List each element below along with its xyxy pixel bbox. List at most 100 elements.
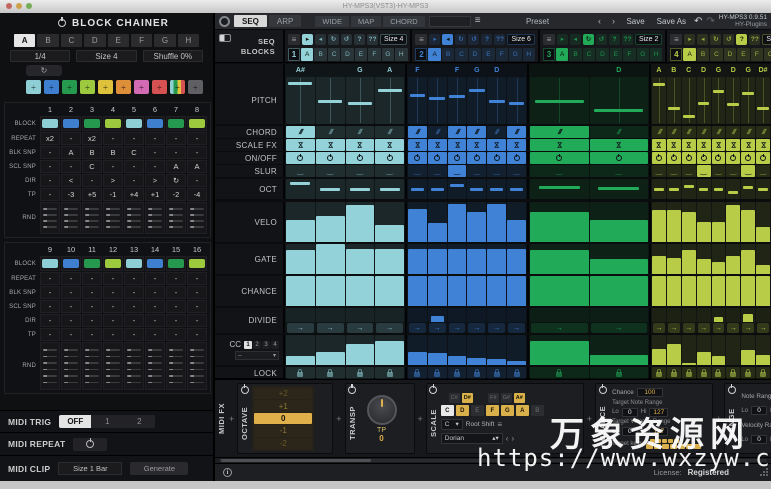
random-dice-button[interactable]: ÷ (44, 80, 59, 94)
grid-dir-cell[interactable]: - (124, 314, 144, 327)
oct-step-slider[interactable] (427, 179, 447, 199)
oct-step-slider[interactable] (345, 179, 375, 199)
step-onoff-button[interactable] (345, 152, 375, 164)
divide-arrow-button[interactable]: → (316, 323, 344, 333)
grid-dir-cell[interactable]: - (40, 314, 60, 327)
step-chord-button[interactable]: /// (315, 126, 345, 138)
midi-trig-off-button[interactable]: OFF (59, 415, 92, 428)
velo-bar-step[interactable] (467, 202, 487, 242)
gate-bar-step[interactable] (315, 244, 345, 274)
cc-bar-step[interactable] (589, 335, 648, 365)
grid-repeat-cell[interactable]: - (40, 272, 60, 285)
grid-blk_snp-cell[interactable]: - (124, 286, 144, 299)
pitch-step-slider[interactable] (589, 77, 648, 124)
chance-bar-step[interactable] (589, 276, 648, 306)
divide-step[interactable]: → (286, 308, 315, 333)
divide-step[interactable]: → (345, 308, 375, 333)
divide-arrow-button[interactable]: → (428, 323, 446, 333)
block-size-label[interactable]: Size 4 (380, 33, 408, 45)
chance-bar-step[interactable] (726, 276, 741, 306)
block-tab-c[interactable]: C (710, 48, 723, 61)
divide-step[interactable]: → (487, 308, 507, 333)
grid-repeat-cell[interactable]: - (61, 132, 81, 145)
velo-bar-step[interactable] (666, 202, 681, 242)
block-tab-g[interactable]: G (509, 48, 522, 61)
grid-scl_snp-cell[interactable]: - (61, 300, 81, 313)
velo-bar-step[interactable] (487, 202, 507, 242)
step-onoff-button[interactable] (696, 152, 711, 164)
step-lock-button[interactable] (652, 367, 666, 379)
divide-arrow-button[interactable]: → (409, 323, 426, 333)
step-chord-button[interactable]: /// (741, 126, 756, 138)
pitch-step-slider[interactable] (666, 77, 681, 124)
grid-blk_snp-cell[interactable]: - (187, 286, 207, 299)
random-dice-button[interactable]: ÷ (80, 80, 95, 94)
chainer-tab-h[interactable]: H (177, 34, 199, 47)
step-lock-button[interactable] (447, 367, 467, 379)
scale-key-b[interactable]: B (530, 405, 544, 416)
scale-key-gs[interactable]: G# (500, 393, 512, 403)
grid-scl_snp-cell[interactable]: - (145, 160, 165, 173)
block-size-label[interactable]: Size 8 (762, 33, 771, 45)
pitch-step-slider[interactable] (696, 77, 711, 124)
step-chord-button[interactable]: /// (711, 126, 726, 138)
grid-blk_snp-cell[interactable]: - (40, 286, 60, 299)
block-loop1-button[interactable]: ↺ (723, 33, 735, 45)
grid-scl_snp-cell[interactable]: - (145, 300, 165, 313)
grid-rnd-cell[interactable] (103, 342, 123, 390)
cc-bar-step[interactable] (696, 335, 711, 365)
chance-bar-step[interactable] (507, 276, 526, 306)
block-loop1-button[interactable]: ↺ (595, 33, 607, 45)
block-tab-b[interactable]: B (696, 48, 710, 61)
divide-arrow-button[interactable]: → (508, 323, 525, 333)
block-tab-c[interactable]: C (455, 48, 468, 61)
grid-scl_snp-cell[interactable]: - (40, 160, 60, 173)
step-slur-button[interactable]: ‿ (286, 165, 315, 177)
gate-bar-step[interactable] (756, 244, 770, 274)
oct-step-slider[interactable] (711, 179, 726, 199)
block-tab-f[interactable]: F (495, 48, 509, 61)
step-slur-button[interactable]: ‿ (530, 165, 589, 177)
block-tab-g[interactable]: G (764, 48, 771, 61)
view-wide-button[interactable]: WIDE (315, 15, 349, 27)
divide-step[interactable]: → (726, 308, 741, 333)
step-slur-button[interactable]: ‿ (652, 165, 666, 177)
grid-blk_snp-cell[interactable]: - (166, 286, 186, 299)
gate-bar-step[interactable] (427, 244, 447, 274)
oct-step-slider[interactable] (589, 179, 648, 199)
chainer-tab-g[interactable]: G (154, 34, 176, 47)
step-onoff-button[interactable] (726, 152, 741, 164)
midi-clip-size-box[interactable]: Size 1 Bar (58, 462, 123, 475)
grid-blk_snp-cell[interactable]: A (61, 146, 81, 159)
block-tab-b[interactable]: B (569, 48, 582, 61)
block-back-button[interactable]: ◂ (569, 33, 581, 45)
transpose-knob[interactable] (366, 394, 397, 425)
gate-bar-step[interactable] (726, 244, 741, 274)
save-button[interactable]: Save (622, 17, 648, 26)
block-color-cell[interactable] (187, 116, 207, 131)
step-onoff-button[interactable] (467, 152, 487, 164)
undo-icon[interactable]: ↶ (694, 16, 702, 27)
step-onoff-button[interactable] (666, 152, 681, 164)
step-chord-button[interactable]: /// (507, 126, 526, 138)
chance-bar-step[interactable] (427, 276, 447, 306)
grid-rnd-cell[interactable] (145, 342, 165, 390)
block-tab-h[interactable]: H (650, 48, 663, 61)
random-dice-button[interactable]: ÷ (188, 80, 203, 94)
divide-step[interactable]: → (467, 308, 487, 333)
divide-step[interactable]: → (447, 308, 467, 333)
velo-bar-step[interactable] (345, 202, 375, 242)
grid-scl_snp-cell[interactable]: - (40, 300, 60, 313)
gate-bar-step[interactable] (666, 244, 681, 274)
block-tab-a[interactable]: A (683, 48, 696, 61)
step-scalefx-button[interactable]: ⋈ (315, 139, 345, 151)
grid-scl_snp-cell[interactable]: - (166, 300, 186, 313)
midi-trig-2-button[interactable]: 2 (123, 415, 155, 428)
step-lock-button[interactable] (726, 367, 741, 379)
divide-arrow-button[interactable]: → (757, 323, 769, 333)
step-scalefx-button[interactable]: ⋈ (447, 139, 467, 151)
divide-step[interactable]: → (408, 308, 427, 333)
pitch-step-slider[interactable] (315, 77, 345, 124)
chance-bar-step[interactable] (408, 276, 427, 306)
oct-step-slider[interactable] (681, 179, 696, 199)
